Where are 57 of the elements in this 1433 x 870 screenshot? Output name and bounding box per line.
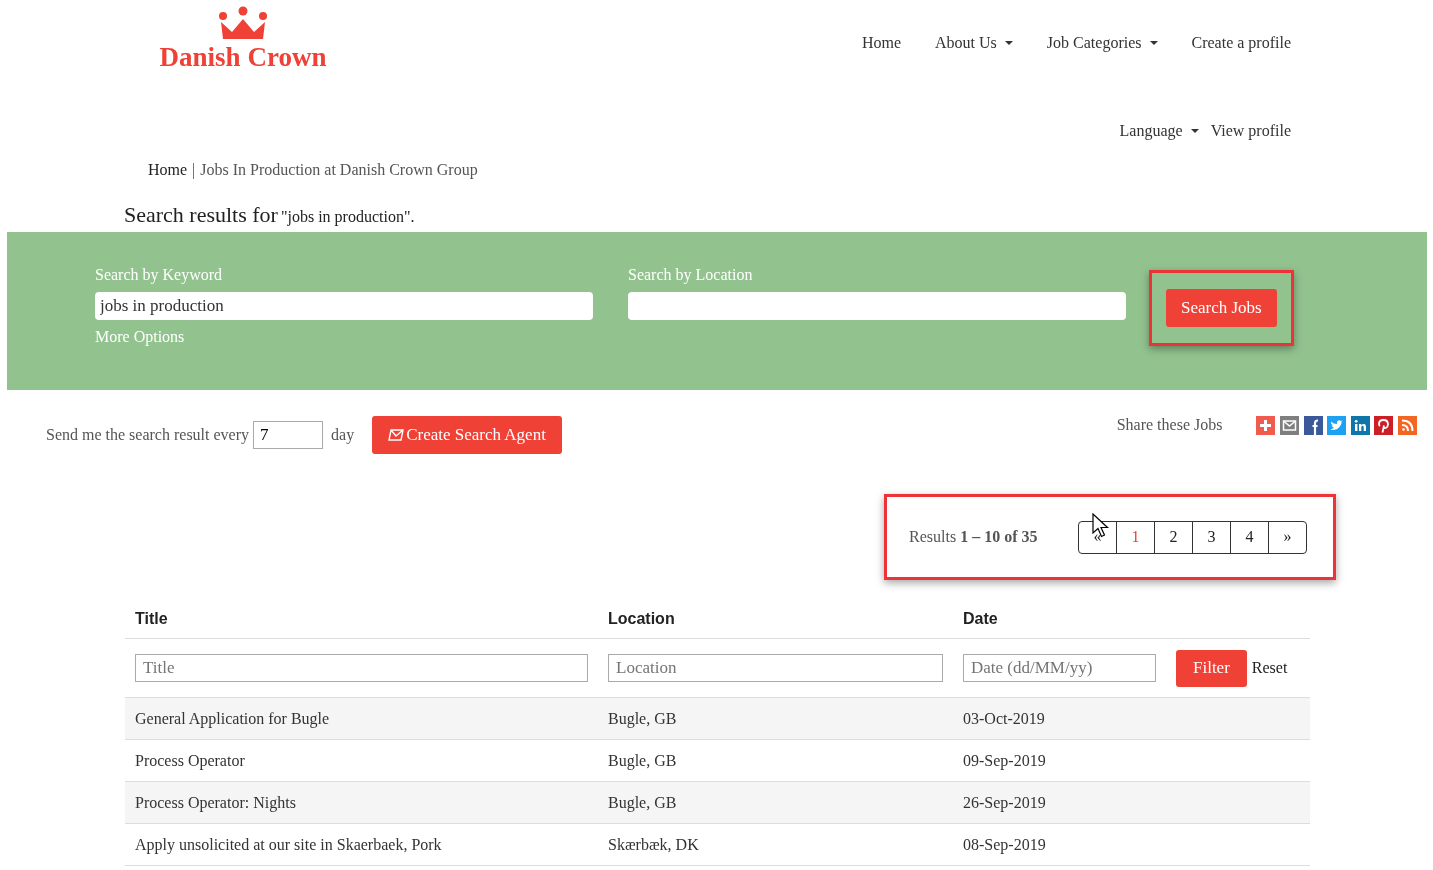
page-link[interactable]: » [1268,521,1306,553]
breadcrumb-separator: | [192,161,196,179]
table-cell-text: 26-Sep-2019 [963,793,1047,812]
agent-label: Send me the search result every [46,426,250,444]
twitter-icon[interactable] [1327,415,1347,435]
nav-link[interactable]: View profile [1210,114,1291,148]
page-link[interactable]: 4 [1230,521,1268,553]
pinterest-icon[interactable] [1374,415,1394,435]
reset-link[interactable]: Reset [1251,659,1288,677]
linkedin-icon[interactable] [1350,415,1370,435]
mail-icon[interactable] [1280,415,1300,435]
logo-wordmark[interactable]: Danish Crown [159,42,327,73]
breadcrumb-current: Jobs In Production at Danish Crown Group [200,161,478,179]
keyword-input[interactable]: jobs in production [95,292,593,320]
filter-input[interactable]: Location [608,654,943,682]
table-cell-text: Bugle, GB [608,751,678,770]
column-header[interactable]: Title [135,610,608,628]
table-cell-text: Skærbæk, DK [608,835,700,854]
nav-link[interactable]: Job Categories [1046,34,1158,52]
table-cell-text: Bugle, GB [608,793,678,812]
day-label: day [331,426,355,444]
facebook-icon[interactable] [1303,415,1323,435]
search-query: "jobs in production". [280,208,415,226]
nav-link[interactable]: About Us [935,34,1013,52]
page-link[interactable]: 3 [1192,521,1230,553]
nav-link[interactable]: Home [861,34,902,52]
results-summary: Results 1 – 10 of 35 [909,528,1038,546]
page-link[interactable]: 1 [1116,521,1154,553]
job-title-link[interactable]: Apply unsolicited at our site in Skaerbaek, Pork [135,835,608,854]
job-title-link[interactable]: General Application for Bugle [135,709,608,728]
mouse-cursor-icon [1092,513,1110,539]
rss-icon[interactable] [1398,415,1417,435]
create-search-agent-button[interactable]: Create Search Agent [372,416,562,454]
job-title-link[interactable]: Process Operator: Nights [135,793,608,812]
field-label: Search by Keyword [95,266,224,284]
filter-input[interactable]: Date (dd/MM/yy) [963,654,1156,682]
table-cell-text: 03-Oct-2019 [963,709,1046,728]
column-header[interactable]: Location [608,610,963,628]
share-plus-icon[interactable] [1256,415,1276,435]
share-label: Share these Jobs [1116,416,1223,434]
search-jobs-button[interactable]: Search Jobs [1166,289,1277,327]
nav-link[interactable]: Create a profile [1191,34,1291,52]
table-cell-text: 09-Sep-2019 [963,751,1047,770]
column-header[interactable]: Date [963,610,1163,628]
envelope-icon [388,429,405,441]
job-title-link[interactable]: Process Operator [135,751,608,770]
breadcrumb-link[interactable]: Home [148,161,188,179]
page-link[interactable]: 2 [1154,521,1192,553]
nav-link[interactable]: Language [1119,114,1199,148]
days-input[interactable]: 7 [253,421,324,449]
table-cell-text: 08-Sep-2019 [963,835,1047,854]
filter-button[interactable]: Filter [1176,649,1247,687]
table-cell-text: Bugle, GB [608,709,678,728]
location-input[interactable] [628,292,1126,320]
filter-input[interactable]: Title [135,654,588,682]
results-heading: Search results for [124,202,278,228]
field-label: Search by Location [628,266,754,284]
